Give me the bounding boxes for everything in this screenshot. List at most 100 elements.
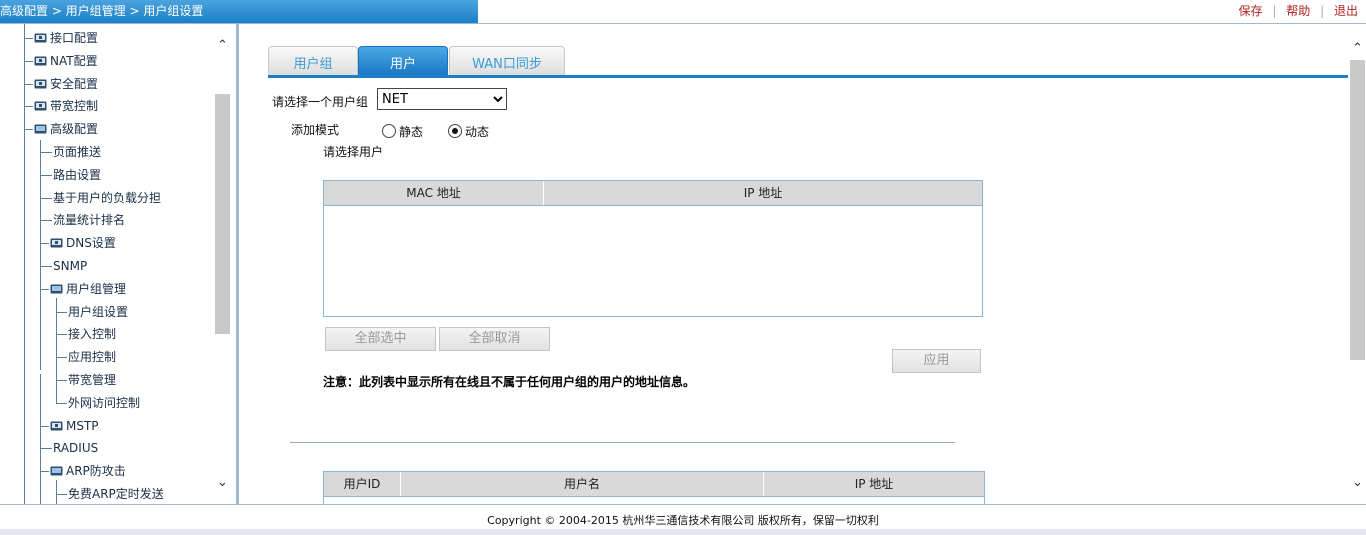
mode-dynamic-option[interactable]: 动态 (448, 123, 489, 140)
sidebar-item[interactable]: 免费ARP定时发送 (56, 484, 164, 504)
scrollbar-thumb[interactable] (215, 94, 230, 334)
copyright-text: Copyright © 2004-2015 杭州华三通信技术有限公司 版权所有，… (487, 514, 879, 527)
dynamic-label: 动态 (465, 125, 490, 139)
folder-closed-icon (50, 234, 64, 248)
folder-open-icon (50, 280, 64, 294)
footer-strip (0, 529, 1366, 535)
folder-closed-icon (50, 417, 64, 431)
sidebar-item[interactable]: DNS设置 (40, 233, 116, 253)
column-user-id: 用户ID (343, 477, 381, 491)
save-link[interactable]: 保存 (1239, 4, 1263, 18)
tree-connector (24, 106, 33, 108)
static-label: 静态 (399, 125, 424, 139)
sidebar-item[interactable]: 用户组管理 (40, 279, 127, 299)
sidebar-item[interactable]: 安全配置 (24, 74, 98, 94)
tree-line (56, 480, 57, 504)
tree-line (24, 24, 25, 504)
tab-wan-sync[interactable]: WAN口同步 (449, 46, 565, 77)
sidebar-item-label: 高级配置 (50, 122, 99, 137)
select-all-button[interactable]: 全部选中 (325, 327, 436, 351)
sidebar-item[interactable]: 应用控制 (56, 347, 117, 367)
select-user-label: 请选择用户 (323, 145, 384, 159)
logout-link[interactable]: 退出 (1334, 4, 1358, 18)
mode-static-option[interactable]: 静态 (382, 123, 423, 140)
sidebar-item[interactable]: 带宽管理 (56, 370, 117, 390)
sidebar-item[interactable]: ARP防攻击 (40, 461, 126, 481)
tree-connector (24, 129, 33, 131)
tree-connector (56, 494, 67, 495)
sidebar-item-label: 接口配置 (50, 31, 99, 45)
tab-underline (268, 75, 1348, 78)
tree-connector (56, 380, 67, 381)
sidebar-item[interactable]: 流量统计排名 (40, 210, 125, 230)
sidebar-item-label: 带宽管理 (68, 373, 117, 387)
sidebar-item-label: RADIUS (53, 441, 99, 456)
deselect-all-button[interactable]: 全部取消 (439, 327, 550, 351)
tree-connector (56, 402, 67, 404)
tab-user-group[interactable]: 用户组 (268, 46, 358, 77)
sidebar-item[interactable]: 高级配置 (24, 119, 99, 139)
tree-connector (40, 266, 52, 267)
tree-connector (40, 152, 52, 153)
dynamic-radio[interactable] (448, 124, 462, 138)
folder-closed-icon (34, 75, 48, 89)
sidebar-item[interactable]: 外网访问控制 (56, 393, 140, 413)
sidebar-item[interactable]: 路由设置 (40, 165, 102, 185)
main-scrollbar[interactable]: ⌃ ⌄ (1349, 24, 1366, 504)
sidebar-item-label: 用户组管理 (66, 281, 127, 296)
sidebar-item[interactable]: 页面推送 (40, 142, 102, 162)
sidebar-scrollbar[interactable]: ⌃ ⌄ (214, 24, 231, 504)
sidebar-item-label: 接入控制 (68, 327, 117, 342)
sidebar-item[interactable]: RADIUS (40, 438, 99, 458)
tab-user[interactable]: 用户 (358, 46, 448, 77)
tree-connector (40, 243, 49, 245)
apply-button[interactable]: 应用 (892, 349, 981, 373)
sidebar-item[interactable]: NAT配置 (24, 51, 98, 71)
tree-line (40, 374, 41, 504)
tree-connector (40, 197, 52, 199)
sidebar-item[interactable]: 基于用户的负载分担 (40, 188, 162, 208)
sidebar-item-label: 页面推送 (53, 145, 102, 159)
scroll-up-icon[interactable]: ⌃ (1351, 42, 1364, 55)
sidebar-item-label: 应用控制 (68, 350, 117, 365)
tree-connector (56, 357, 67, 359)
sidebar-item-label: NAT配置 (50, 53, 98, 68)
sidebar-item[interactable]: MSTP (40, 416, 99, 436)
menu-separator: | (1320, 4, 1325, 18)
sidebar-item[interactable]: 接入控制 (56, 324, 117, 344)
sidebar-item-label: MSTP (66, 418, 99, 433)
top-bar: 高级配置 > 用户组管理 > 用户组设置 保存 | 帮助 | 退出 (0, 0, 1366, 24)
scroll-down-icon[interactable]: ⌄ (1351, 476, 1364, 489)
column-username: 用户名 (563, 477, 600, 491)
column-ip: IP 地址 (854, 477, 894, 491)
folder-open-icon (50, 462, 64, 476)
scrollbar-thumb[interactable] (1350, 60, 1365, 360)
sidebar-item-label: SNMP (53, 259, 88, 273)
sidebar-item[interactable]: 用户组设置 (56, 302, 128, 322)
sidebar-item-label: 基于用户的负载分担 (53, 190, 162, 205)
online-user-table: MAC 地址 IP 地址 (323, 180, 983, 317)
tree-connector (40, 425, 49, 427)
tree-connector (40, 471, 49, 473)
scroll-up-icon[interactable]: ⌃ (216, 39, 229, 52)
folder-closed-icon (34, 29, 48, 43)
tree-connector (24, 83, 33, 85)
static-radio[interactable] (382, 124, 396, 138)
help-link[interactable]: 帮助 (1286, 4, 1310, 18)
tree-connector (24, 60, 33, 62)
sidebar-item[interactable]: SNMP (40, 256, 88, 276)
scroll-down-icon[interactable]: ⌄ (216, 476, 229, 489)
column-ip: IP 地址 (743, 186, 783, 200)
sidebar-item-label: 路由设置 (53, 167, 102, 182)
breadcrumb: 高级配置 > 用户组管理 > 用户组设置 (0, 0, 478, 23)
top-menu: 保存 | 帮助 | 退出 (1239, 0, 1358, 23)
sidebar-item-label: DNS设置 (66, 236, 116, 251)
group-select[interactable]: NET (377, 88, 507, 110)
sidebar-item-label: 免费ARP定时发送 (68, 487, 164, 501)
tree-connector (40, 220, 52, 222)
sidebar-item[interactable]: 接口配置 (24, 28, 99, 48)
folder-open-icon (34, 120, 48, 134)
sidebar-item[interactable]: 带宽控制 (24, 96, 98, 116)
tree-connector (40, 174, 52, 176)
tree-connector (56, 311, 67, 313)
